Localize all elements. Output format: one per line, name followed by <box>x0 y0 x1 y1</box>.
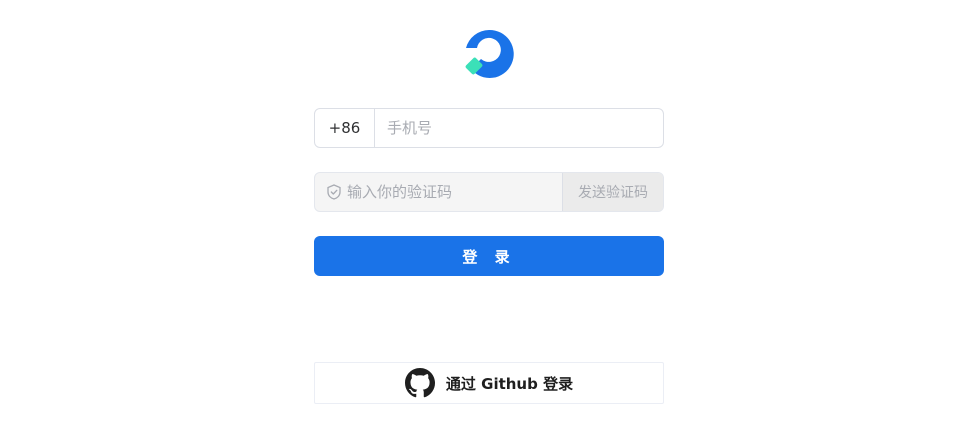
verification-code-input[interactable] <box>341 173 562 211</box>
send-code-button[interactable]: 发送验证码 <box>562 173 663 211</box>
github-login-label: 通过 Github 登录 <box>445 374 574 393</box>
app-logo <box>465 29 514 78</box>
shield-check-icon <box>327 184 341 200</box>
github-login-button[interactable]: 通过 Github 登录 <box>314 362 664 404</box>
verification-code-field: 发送验证码 <box>314 172 664 212</box>
github-icon <box>404 368 435 398</box>
login-page: +86 发送验证码 登 录 通过 Github 登录 <box>0 0 978 447</box>
phone-input[interactable] <box>375 109 663 147</box>
country-code-select[interactable]: +86 <box>315 109 375 147</box>
phone-field: +86 <box>314 108 664 148</box>
login-button[interactable]: 登 录 <box>314 236 664 276</box>
